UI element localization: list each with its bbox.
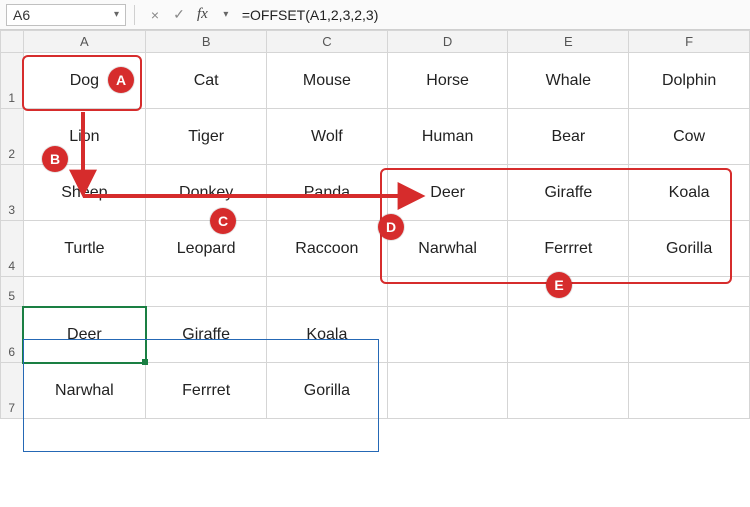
cell-C5[interactable] xyxy=(267,277,388,307)
cell-C6[interactable]: Koala xyxy=(267,307,388,363)
col-header-D[interactable]: D xyxy=(387,31,508,53)
row-4: 4 Turtle Leopard Raccoon Narwhal Ferrret… xyxy=(1,221,750,277)
worksheet[interactable]: A B C D E F 1 Dog Cat Mouse Horse Whale … xyxy=(0,30,750,419)
cell-D3[interactable]: Deer xyxy=(387,165,508,221)
cell-E4[interactable]: Ferrret xyxy=(508,221,629,277)
cell-D1[interactable]: Horse xyxy=(387,53,508,109)
row-header-7[interactable]: 7 xyxy=(1,363,24,419)
row-1: 1 Dog Cat Mouse Horse Whale Dolphin xyxy=(1,53,750,109)
col-header-row: A B C D E F xyxy=(1,31,750,53)
cell-F4[interactable]: Gorilla xyxy=(629,221,750,277)
cell-E1[interactable]: Whale xyxy=(508,53,629,109)
name-box[interactable]: A6 ▾ xyxy=(6,4,126,26)
formula-bar: A6 ▾ × ✓ fx ▾ =OFFSET(A1,2,3,2,3) xyxy=(0,0,750,30)
cell-D4[interactable]: Narwhal xyxy=(387,221,508,277)
row-5: 5 xyxy=(1,277,750,307)
cell-A2[interactable]: Lion xyxy=(23,109,146,165)
col-header-F[interactable]: F xyxy=(629,31,750,53)
cell-C2[interactable]: Wolf xyxy=(267,109,388,165)
cell-A7[interactable]: Narwhal xyxy=(23,363,146,419)
cell-B6[interactable]: Giraffe xyxy=(146,307,267,363)
fx-icon[interactable]: fx xyxy=(197,6,208,23)
cell-F2[interactable]: Cow xyxy=(629,109,750,165)
select-all-corner[interactable] xyxy=(1,31,24,53)
grid[interactable]: A B C D E F 1 Dog Cat Mouse Horse Whale … xyxy=(0,30,750,419)
cell-E5[interactable] xyxy=(508,277,629,307)
cell-D2[interactable]: Human xyxy=(387,109,508,165)
chevron-down-icon[interactable]: ▾ xyxy=(216,5,236,25)
row-header-3[interactable]: 3 xyxy=(1,165,24,221)
cell-D5[interactable] xyxy=(387,277,508,307)
cell-F5[interactable] xyxy=(629,277,750,307)
formula-input[interactable]: =OFFSET(A1,2,3,2,3) xyxy=(238,7,750,23)
separator xyxy=(134,5,135,25)
row-header-4[interactable]: 4 xyxy=(1,221,24,277)
cell-D7[interactable] xyxy=(387,363,508,419)
cell-F6[interactable] xyxy=(629,307,750,363)
confirm-icon[interactable]: ✓ xyxy=(169,5,189,25)
row-3: 3 Sheep Donkey Panda Deer Giraffe Koala xyxy=(1,165,750,221)
cell-F7[interactable] xyxy=(629,363,750,419)
cell-F1[interactable]: Dolphin xyxy=(629,53,750,109)
cell-B3[interactable]: Donkey xyxy=(146,165,267,221)
cell-C4[interactable]: Raccoon xyxy=(267,221,388,277)
row-6: 6 Deer Giraffe Koala xyxy=(1,307,750,363)
col-header-A[interactable]: A xyxy=(23,31,146,53)
cell-C3[interactable]: Panda xyxy=(267,165,388,221)
cell-B2[interactable]: Tiger xyxy=(146,109,267,165)
col-header-E[interactable]: E xyxy=(508,31,629,53)
row-7: 7 Narwhal Ferrret Gorilla xyxy=(1,363,750,419)
cell-C7[interactable]: Gorilla xyxy=(267,363,388,419)
row-2: 2 Lion Tiger Wolf Human Bear Cow xyxy=(1,109,750,165)
row-header-6[interactable]: 6 xyxy=(1,307,24,363)
name-box-value: A6 xyxy=(13,7,30,23)
cell-A5[interactable] xyxy=(23,277,146,307)
cell-B1[interactable]: Cat xyxy=(146,53,267,109)
cell-E7[interactable] xyxy=(508,363,629,419)
cell-E6[interactable] xyxy=(508,307,629,363)
col-header-C[interactable]: C xyxy=(267,31,388,53)
cell-A3[interactable]: Sheep xyxy=(23,165,146,221)
row-header-5[interactable]: 5 xyxy=(1,277,24,307)
cell-E2[interactable]: Bear xyxy=(508,109,629,165)
cancel-icon[interactable]: × xyxy=(145,5,165,25)
col-header-B[interactable]: B xyxy=(146,31,267,53)
cell-B5[interactable] xyxy=(146,277,267,307)
cell-B4[interactable]: Leopard xyxy=(146,221,267,277)
chevron-down-icon: ▾ xyxy=(114,9,119,20)
cell-A4[interactable]: Turtle xyxy=(23,221,146,277)
row-header-2[interactable]: 2 xyxy=(1,109,24,165)
cell-D6[interactable] xyxy=(387,307,508,363)
row-header-1[interactable]: 1 xyxy=(1,53,24,109)
cell-C1[interactable]: Mouse xyxy=(267,53,388,109)
cell-A1[interactable]: Dog xyxy=(23,53,146,109)
cell-A6[interactable]: Deer xyxy=(23,307,146,363)
cell-F3[interactable]: Koala xyxy=(629,165,750,221)
cell-E3[interactable]: Giraffe xyxy=(508,165,629,221)
cell-B7[interactable]: Ferrret xyxy=(146,363,267,419)
